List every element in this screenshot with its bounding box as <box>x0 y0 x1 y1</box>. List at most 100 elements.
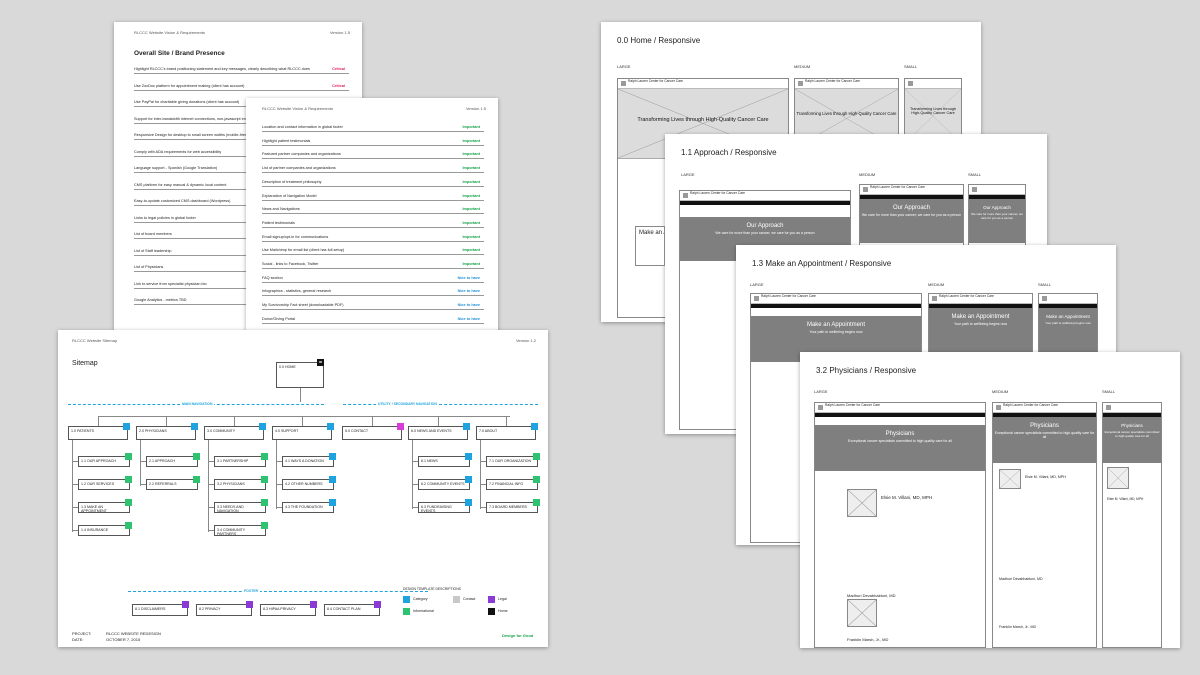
legend-label: Informational <box>413 609 434 613</box>
node-label: 8.1 DISCLAIMERS <box>135 607 166 611</box>
legend-label: Home <box>498 609 508 613</box>
requirement-text: Google Analytics - metrics TBD <box>134 298 187 302</box>
node-label: 4.0 SUPPORT <box>275 429 299 433</box>
sitemap-node-level1: 6.0 NEWS AND EVENTS <box>408 426 468 440</box>
sitemap-node-level2: 3.4 COMMUNITY PARTNERS <box>214 525 266 536</box>
priority-label: Important <box>462 179 480 184</box>
template-tag <box>125 476 132 483</box>
hero-heading: Make an Appointment <box>806 322 866 328</box>
hero-subheading: Exceptional cancer specialists committed… <box>848 439 952 443</box>
physician-name[interactable]: Madhuri Devabhaktuni, MD <box>999 577 1043 581</box>
date-value: OCTOBER 7, 2015 <box>106 637 141 642</box>
requirement-text: Donor/Giving Portal <box>262 316 296 321</box>
template-tag <box>125 453 132 460</box>
brand-name: Ralph Lauren Center for Cancer Care <box>1003 403 1058 407</box>
size-small: SMALL <box>968 172 982 177</box>
sitemap-node-level1: 2.0 PHYSICIANS <box>136 426 196 440</box>
template-tag <box>463 423 470 430</box>
template-tag <box>531 423 538 430</box>
template-tag <box>246 601 253 608</box>
sitemap-node-level2: 3.1 PARTNERSHIP <box>214 456 266 467</box>
physician-photo <box>999 469 1021 489</box>
requirement-text: Easy-to-update customized CMS dashboard … <box>134 199 231 203</box>
priority-label: Important <box>462 152 480 157</box>
node-label: 3.1 PARTNERSHIP <box>217 459 249 463</box>
requirement-row: Use Mailchimp for email list (client has… <box>262 247 484 256</box>
utility-nav-label: UTILITY / SECONDARY NAVIGATION <box>376 402 439 406</box>
sitemap-footer-node: 8.2 PRIVACY <box>196 604 252 616</box>
node-label: 3.2 PHYSICIANS <box>217 482 245 486</box>
sitemap-footer-node: 8.1 DISCLAIMERS <box>132 604 188 616</box>
priority-label: Important <box>462 207 480 212</box>
physician-name[interactable]: Elsie M. Villani, MD, MPH <box>1025 475 1066 479</box>
requirement-row: FAQ section Nice to have <box>262 275 484 283</box>
requirement-text: Highlight patient testimonials <box>262 138 311 143</box>
node-label: 7.2 FINANCIAL INFO <box>489 482 524 486</box>
template-tag <box>191 423 198 430</box>
priority-label: Nice to have <box>457 303 480 308</box>
frame-small: Physicians Exceptional cancer specialist… <box>1102 402 1162 648</box>
template-tag <box>193 453 200 460</box>
hero-banner: Make an Appointment Your path to wellbei… <box>1039 308 1097 354</box>
logo-icon <box>621 81 626 86</box>
brand-name: Ralph Lauren Center for Cancer Care <box>870 185 925 189</box>
requirement-text: FAQ section <box>262 275 283 280</box>
legend-swatch <box>488 608 495 615</box>
hero-heading: Make an Appointment <box>951 314 1010 320</box>
hero-heading: Make an Appointment <box>1046 314 1090 319</box>
node-label: 2.0 PHYSICIANS <box>139 429 167 433</box>
hero-banner: Physicians Exceptional cancer specialist… <box>815 425 985 471</box>
physician-name[interactable]: Franklin Marsh, Jr., MD <box>847 637 888 642</box>
brand-name: Ralph Lauren Center for Cancer Care <box>939 294 994 298</box>
physician-name[interactable]: Elsie M. Villani, MD, MPH <box>1107 497 1161 501</box>
template-tag <box>329 453 336 460</box>
template-tag <box>261 499 268 506</box>
requirement-text: Location and contact information in glob… <box>262 125 343 129</box>
requirement-row: Explanation of Navigation Model Important <box>262 193 484 201</box>
legend-label: Legal <box>498 597 507 601</box>
requirement-row: Donor/Giving Portal Nice to have <box>262 316 484 324</box>
requirement-text: Use Mailchimp for email list (client has… <box>262 248 345 253</box>
requirement-text: Links to legal policies in global footer <box>134 215 196 220</box>
node-label: 4.1 WAYS A DONATION <box>285 459 324 463</box>
size-small: SMALL <box>1038 282 1052 287</box>
physician-name[interactable]: Franklin Marsh, Jr., MD <box>999 625 1036 629</box>
node-label: 7.1 OUR ORGANIZATION <box>489 459 532 463</box>
sitemap-node-level2: 1.2 OUR SERVICES <box>78 479 130 490</box>
sitemap-node-level2: 4.1 WAYS A DONATION <box>282 456 334 467</box>
physician-photo <box>1107 467 1129 489</box>
hero-subheading: Your path to wellbeing begins now <box>1045 321 1091 325</box>
size-large: LARGE <box>681 172 695 177</box>
requirements-doc-2: RLCCC Website Vision & Requirements Vers… <box>246 98 498 338</box>
utility-nav-line <box>343 404 538 405</box>
template-tag <box>261 476 268 483</box>
priority-label: Nice to have <box>457 316 480 321</box>
sitemap-footer-node: 8.4 CONTACT PLAN <box>324 604 380 616</box>
requirement-text: List of board members <box>134 232 172 236</box>
sitemap-node-level1: 5.0 CONTACT <box>342 426 402 440</box>
doc-version: Version 1.2 <box>515 338 536 343</box>
credit: Design for Good <box>502 633 534 638</box>
logo-icon <box>754 296 759 301</box>
brand-name: Ralph Lauren Center for Cancer Care <box>825 403 880 407</box>
physician-name[interactable]: Elsie M. Villani, MD, MPH <box>881 495 932 500</box>
cta-heading: Make an Appointment <box>639 230 664 236</box>
priority-label: Critical <box>332 67 345 71</box>
legend-swatch <box>453 596 460 603</box>
requirement-text: Language support - Spanish (Google Trans… <box>134 166 218 170</box>
hero-banner: Make an Appointment Your path to wellbei… <box>929 308 1032 354</box>
sitemap-node-level2: 7.2 FINANCIAL INFO <box>486 479 538 490</box>
physician-name[interactable]: Madhuri Devabhaktuni, MD <box>847 593 895 598</box>
connector <box>234 416 235 426</box>
connector <box>300 388 301 402</box>
logo-icon <box>932 296 937 301</box>
node-label: 1.4 INSURANCE <box>81 528 109 532</box>
template-tag <box>182 601 189 608</box>
template-tag <box>533 453 540 460</box>
hero-heading: Our Approach <box>983 205 1011 210</box>
size-large: LARGE <box>814 389 828 394</box>
requirement-text: Explanation of Navigation Model <box>262 193 317 198</box>
size-medium: MEDIUM <box>928 282 945 287</box>
node-label: 1.2 OUR SERVICES <box>81 482 115 486</box>
sitemap-node-level2: 7.1 OUR ORGANIZATION <box>486 456 538 467</box>
